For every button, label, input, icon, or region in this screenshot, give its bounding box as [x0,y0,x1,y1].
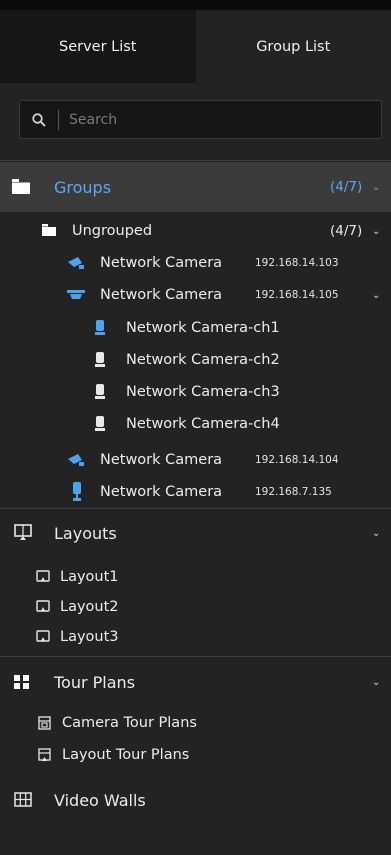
channel-row[interactable]: Network Camera-ch3 [0,377,391,407]
device-ip: 192.168.14.103 [255,257,339,269]
tour-plan-item[interactable]: Camera Tour Plans [0,708,391,738]
device-ip: 192.168.14.105 [255,289,339,301]
tab-group-list[interactable]: Group List [195,10,391,83]
camera-tour-plan-icon [38,716,51,730]
ptz-camera-icon [67,453,85,467]
video-walls-label: Video Walls [54,790,146,810]
device-label: Network Camera [100,484,223,500]
tree-item-groups[interactable]: Groups (4/7) ⌄ [0,162,391,212]
layout-item[interactable]: Layout3 [0,622,391,652]
layout-icon [36,600,50,613]
device-row[interactable]: Network Camera 192.168.14.104 [0,445,391,475]
bullet-camera-icon [72,482,82,502]
chevron-down-icon[interactable]: ⌄ [372,528,380,539]
channel-row[interactable]: Network Camera-ch2 [0,345,391,375]
divider [0,508,391,509]
device-label: Network Camera [100,287,223,303]
channel-row[interactable]: Network Camera-ch4 [0,409,391,439]
divider [0,160,391,161]
layout-icon [36,630,50,643]
layout-item[interactable]: Layout1 [0,562,391,592]
ungrouped-label: Ungrouped [72,223,153,239]
channel-label: Network Camera-ch4 [126,416,280,432]
groups-count: (4/7) [330,179,363,195]
groups-label: Groups [54,177,112,197]
chevron-down-icon[interactable]: ⌄ [372,677,380,688]
device-row[interactable]: Network Camera 192.168.14.105 ⌄ [0,280,391,310]
ungrouped-count: (4/7) [330,223,363,239]
chevron-down-icon[interactable]: ⌄ [372,226,380,237]
search-box [19,100,382,139]
device-label: Network Camera [100,255,223,271]
layout-item-label: Layout1 [60,569,119,585]
device-ip: 192.168.7.135 [255,486,332,498]
tab-server-list[interactable]: Server List [0,10,196,83]
layout-icon [36,570,50,583]
device-label: Network Camera [100,452,223,468]
channel-camera-icon [95,352,105,368]
channel-label: Network Camera-ch1 [126,320,280,336]
layouts-label: Layouts [54,523,117,543]
divider [0,656,391,657]
tour-plans-label: Tour Plans [54,672,136,692]
layout-item[interactable]: Layout2 [0,592,391,622]
channel-label: Network Camera-ch3 [126,384,280,400]
tour-plan-item-label: Layout Tour Plans [62,747,190,763]
search-icon[interactable] [20,101,58,138]
channel-label: Network Camera-ch2 [126,352,280,368]
tree-item-video-walls[interactable]: Video Walls [0,780,391,820]
tour-plans-icon [14,675,30,689]
chevron-down-icon[interactable]: ⌄ [372,290,380,301]
chevron-down-icon[interactable]: ⌄ [372,182,380,193]
tree-item-ungrouped[interactable]: Ungrouped (4/7) ⌄ [0,216,391,246]
tree-item-tour-plans[interactable]: Tour Plans ⌄ [0,662,391,702]
video-wall-icon [14,792,32,807]
tree-item-layouts[interactable]: Layouts ⌄ [0,514,391,552]
tab-bar: Server List Group List [0,10,391,83]
channel-camera-icon [95,384,105,400]
folder-icon [12,179,30,194]
device-row[interactable]: Network Camera 192.168.14.103 [0,248,391,278]
top-strip [0,0,391,10]
layout-item-label: Layout2 [60,599,119,615]
channel-camera-icon [95,320,105,336]
device-row[interactable]: Network Camera 192.168.7.135 [0,477,391,507]
tour-plan-item[interactable]: Layout Tour Plans [0,740,391,770]
group-list-panel: Server List Group List Groups (4/7) ⌄ Un… [0,0,391,855]
channel-row[interactable]: Network Camera-ch1 [0,313,391,343]
layout-item-label: Layout3 [60,629,119,645]
dome-camera-icon [67,290,85,300]
folder-icon [42,224,56,236]
layout-icon [14,524,32,541]
search-input[interactable] [59,101,381,138]
layout-tour-plan-icon [38,748,51,762]
device-ip: 192.168.14.104 [255,454,339,466]
ptz-camera-icon [67,256,85,270]
channel-camera-icon [95,416,105,432]
tour-plan-item-label: Camera Tour Plans [62,715,197,731]
